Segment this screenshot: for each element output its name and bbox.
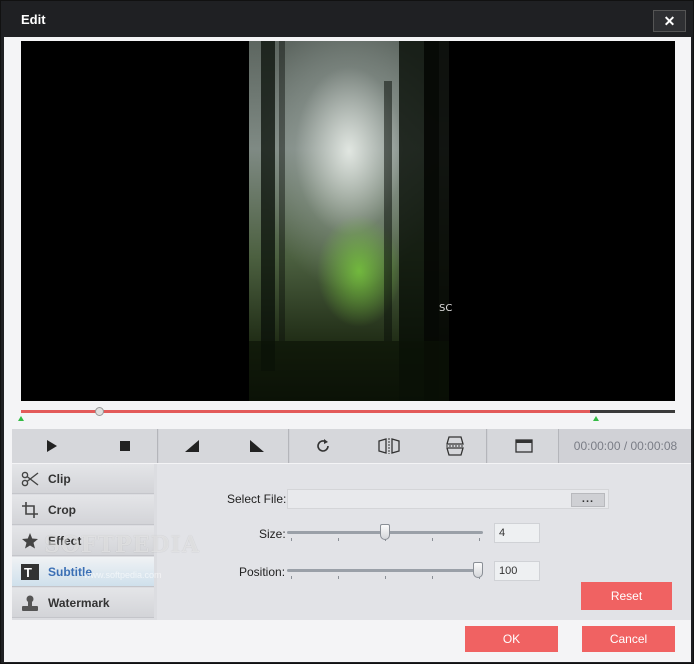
- close-icon: ✕: [663, 13, 676, 29]
- position-label: Position:: [239, 565, 286, 579]
- window-icon: [514, 439, 533, 453]
- size-label: Size:: [259, 527, 286, 541]
- rotate-button[interactable]: [290, 429, 356, 463]
- play-button[interactable]: [12, 429, 92, 463]
- select-file-label: Select File:: [227, 492, 287, 506]
- softpedia-watermark-url: www.softpedia.com: [84, 570, 162, 580]
- video-frame: SC: [249, 41, 453, 401]
- window-title: Edit: [21, 12, 46, 27]
- playback-group: [12, 429, 158, 463]
- stamp-icon: [12, 594, 48, 612]
- close-button[interactable]: ✕: [653, 10, 686, 32]
- clip-end-marker[interactable]: [593, 416, 599, 421]
- timeline-playhead[interactable]: [95, 407, 104, 416]
- browse-button[interactable]: ...: [571, 493, 605, 507]
- subtitle-panel: Select File: ... Size: 4 Position: 100 R…: [157, 464, 691, 620]
- rotate-icon: [317, 439, 329, 452]
- ok-button[interactable]: OK: [465, 626, 558, 652]
- flip-horizontal-button[interactable]: [356, 429, 422, 463]
- cancel-button[interactable]: Cancel: [582, 626, 675, 652]
- position-slider-thumb[interactable]: [473, 562, 483, 578]
- star-icon: [12, 532, 48, 550]
- timeline-played: [21, 410, 590, 413]
- sidebar-item-clip[interactable]: Clip: [12, 464, 154, 494]
- video-preview: SC: [21, 41, 675, 401]
- sidebar-item-crop[interactable]: Crop: [12, 495, 154, 525]
- sidebar-item-label: Watermark: [48, 595, 110, 610]
- softpedia-watermark: SOFTPEDIA: [44, 532, 200, 558]
- subtitle-file-field[interactable]: [287, 489, 609, 509]
- title-bar: Edit ✕: [1, 1, 693, 37]
- transform-group: [290, 429, 487, 463]
- rotate-left-button[interactable]: [159, 429, 224, 463]
- frame-overlay-text: SC: [439, 303, 453, 314]
- position-slider[interactable]: [287, 562, 483, 579]
- scissors-icon: [12, 471, 48, 487]
- rotate-group: [159, 429, 289, 463]
- view-group: [488, 429, 559, 463]
- rotate-right-icon: [249, 440, 264, 452]
- timeline-slider[interactable]: [18, 407, 675, 421]
- play-icon: [47, 440, 57, 452]
- stop-button[interactable]: [92, 429, 158, 463]
- edit-content: SC 00:00:00 / 00:00:08 Clip Crop Effect …: [4, 37, 691, 662]
- sidebar-item-label: Clip: [48, 471, 71, 486]
- time-display: 00:00:00 / 00:00:08: [560, 429, 691, 463]
- clip-start-marker[interactable]: [18, 416, 24, 421]
- edit-toolbar: 00:00:00 / 00:00:08: [12, 429, 691, 463]
- flip-vertical-button[interactable]: [422, 429, 487, 463]
- size-value-input[interactable]: 4: [494, 523, 540, 543]
- svg-text:T: T: [24, 565, 32, 580]
- sidebar-item-label: Crop: [48, 502, 76, 517]
- size-slider[interactable]: [287, 524, 483, 541]
- flip-horizontal-icon: [378, 438, 400, 454]
- subtitle-icon: T: [12, 563, 48, 581]
- stop-icon: [120, 441, 130, 451]
- sidebar-item-watermark[interactable]: Watermark: [12, 588, 154, 618]
- rotate-left-icon: [184, 440, 199, 452]
- size-slider-thumb[interactable]: [380, 524, 390, 540]
- timeline-remaining: [590, 410, 675, 413]
- crop-icon: [12, 501, 48, 518]
- aspect-ratio-button[interactable]: [488, 429, 559, 463]
- reset-button[interactable]: Reset: [581, 582, 672, 610]
- rotate-right-button[interactable]: [224, 429, 289, 463]
- position-value-input[interactable]: 100: [494, 561, 540, 581]
- edit-window: Edit ✕ SC 00:00:00 / 00:00:08 Clip Crop …: [0, 0, 694, 664]
- flip-vertical-icon: [445, 436, 464, 456]
